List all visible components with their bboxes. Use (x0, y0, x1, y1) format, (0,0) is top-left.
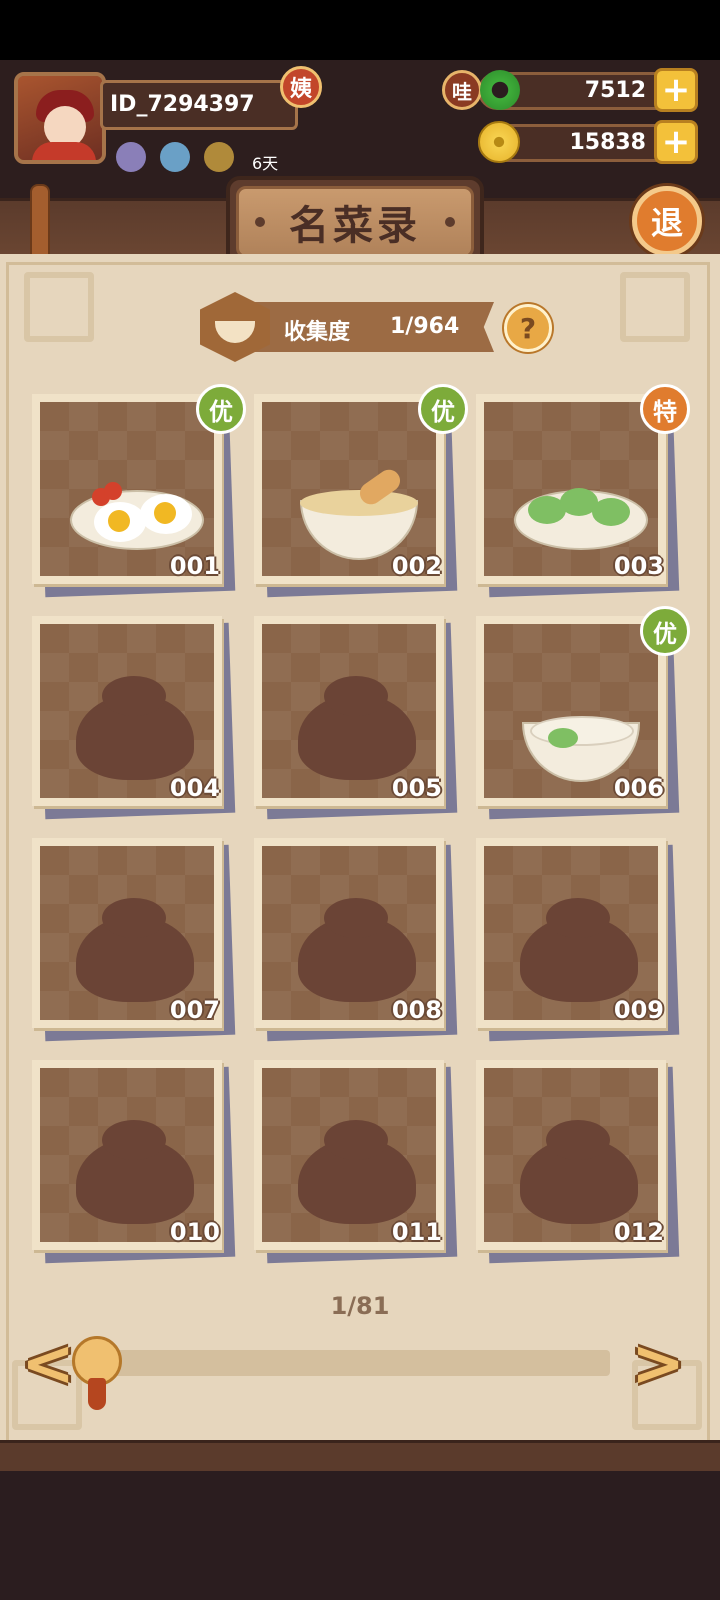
title-dot-right (445, 217, 455, 227)
dish-number: 012 (613, 1218, 664, 1246)
dish-card-012[interactable]: 012 (476, 1060, 680, 1264)
slider-tassel (88, 1378, 106, 1410)
jade-label-badge: 哇 (442, 70, 482, 110)
corner-ornament-top-left (24, 272, 94, 342)
title-dot-left (255, 217, 265, 227)
prev-page-button[interactable]: < (18, 1328, 78, 1400)
avatar[interactable] (14, 72, 106, 164)
locked-dish-silhouette (76, 676, 194, 780)
dish-number: 007 (169, 996, 220, 1024)
locked-dish-silhouette (76, 898, 194, 1002)
title-board: 名菜录 (236, 186, 474, 258)
avatar-robe (32, 142, 96, 160)
locked-dish-silhouette (520, 1120, 638, 1224)
add-gold-button[interactable]: + (654, 120, 698, 164)
next-page-button[interactable]: > (628, 1328, 688, 1400)
dish-number: 008 (391, 996, 442, 1024)
status-bar-area (0, 0, 720, 60)
dish-card-005[interactable]: 005 (254, 616, 458, 820)
locked-dish-silhouette (298, 1120, 416, 1224)
grade-badge: 优 (640, 606, 690, 656)
role-badge: 姨 (280, 66, 322, 108)
add-jade-button[interactable]: + (654, 68, 698, 112)
dish-card-011[interactable]: 011 (254, 1060, 458, 1264)
user-id: ID_7294397 (110, 92, 255, 117)
grade-badge: 优 (196, 384, 246, 434)
dish-number: 006 (613, 774, 664, 802)
dish-card-006[interactable]: 优 006 (476, 606, 690, 820)
locked-dish-silhouette (298, 898, 416, 1002)
grade-badge: 优 (418, 384, 468, 434)
dish-number: 009 (613, 996, 664, 1024)
dish-number: 011 (391, 1218, 442, 1246)
locked-dish-silhouette (298, 676, 416, 780)
locked-dish-silhouette (520, 898, 638, 1002)
dish-number: 003 (613, 552, 664, 580)
dish-card-004[interactable]: 004 (32, 616, 236, 820)
dish-card-009[interactable]: 009 (476, 838, 680, 1042)
dish-card-003[interactable]: 特 003 (476, 384, 690, 598)
grade-badge: 特 (640, 384, 690, 434)
locked-dish-silhouette (76, 1120, 194, 1224)
dish-card-008[interactable]: 008 (254, 838, 458, 1042)
jade-amount: 7512 (584, 78, 646, 103)
character-icon (116, 142, 146, 172)
dish-number: 002 (391, 552, 442, 580)
collection-count: 1/964 (390, 314, 460, 339)
page-slider-track[interactable] (100, 1350, 610, 1376)
exit-button[interactable]: 退 (632, 186, 702, 256)
dish-number: 005 (391, 774, 442, 802)
tool-icon (204, 142, 234, 172)
dish-number: 004 (169, 774, 220, 802)
gold-amount: 15838 (569, 130, 646, 155)
collection-label: 收集度 (284, 320, 351, 345)
corner-ornament-top-right (620, 272, 690, 342)
panel-bottom-edge (0, 1440, 720, 1471)
dish-card-001[interactable]: 优 001 (32, 384, 246, 598)
dish-card-007[interactable]: 007 (32, 838, 236, 1042)
dish-card-002[interactable]: 优 002 (254, 384, 468, 598)
help-button[interactable]: ? (504, 304, 552, 352)
food-icon (160, 142, 190, 172)
dish-number: 001 (169, 552, 220, 580)
days-counter: 6天 (252, 154, 279, 173)
page-indicator: 1/81 (330, 1292, 390, 1320)
dish-number: 010 (169, 1218, 220, 1246)
dish-card-010[interactable]: 010 (32, 1060, 236, 1264)
page-title: 名菜录 (289, 203, 421, 249)
